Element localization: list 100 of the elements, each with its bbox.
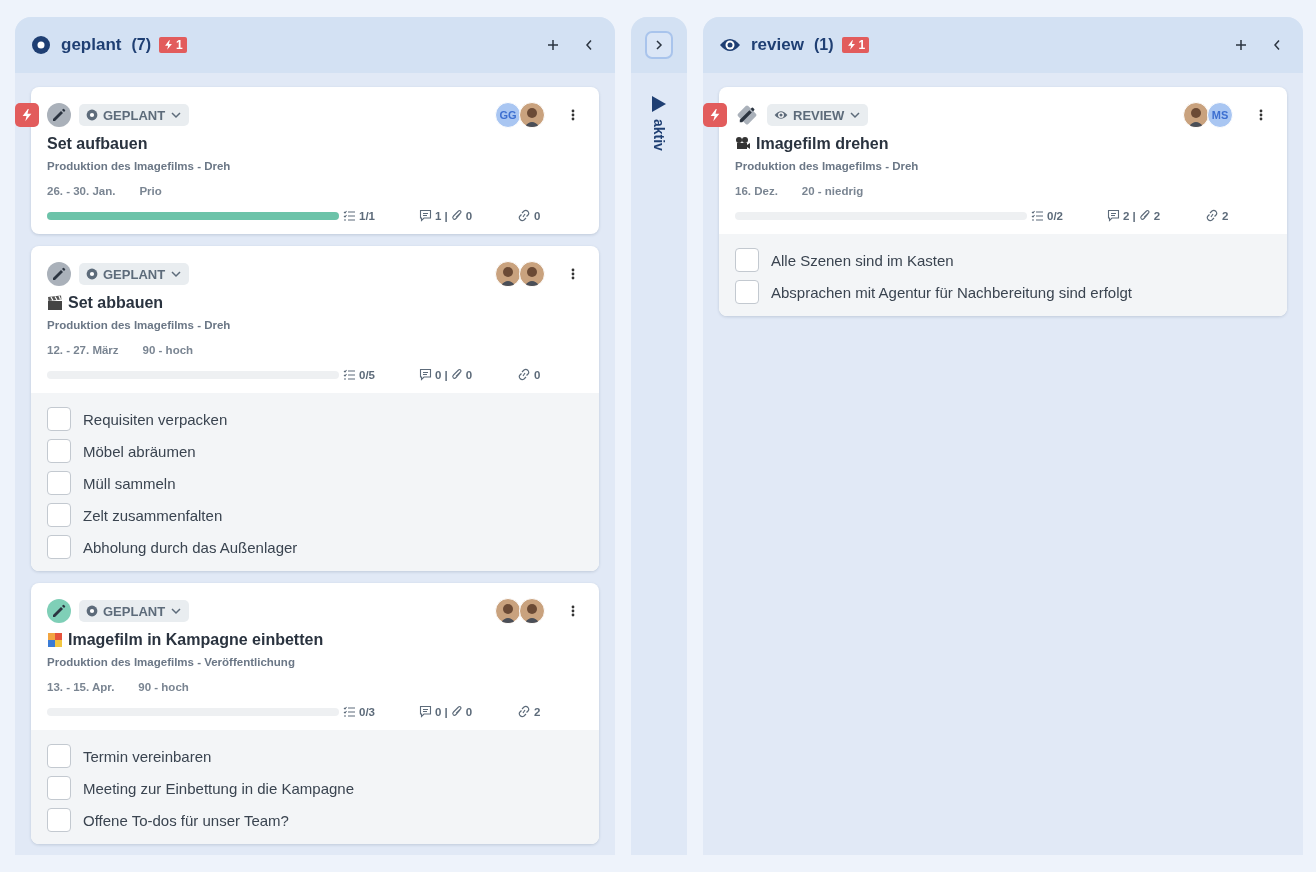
task-title[interactable]: Set aufbauen: [47, 135, 148, 153]
separator: |: [444, 368, 448, 381]
date-range: 26. - 30. Jan.: [47, 185, 116, 197]
comment-count: 1: [435, 209, 442, 222]
pencil-icon: [51, 107, 67, 123]
link-count: 0: [534, 209, 541, 222]
comment-icon: [419, 705, 432, 718]
comment-icon: [1107, 209, 1120, 222]
checklist-count: 1/1: [359, 209, 375, 222]
project-name: Produktion des Imagefilms - Dreh: [735, 160, 919, 172]
checklist-item: Termin vereinbaren: [83, 747, 212, 765]
chevron-right-icon: [654, 39, 664, 51]
task-title[interactable]: Set abbauen: [68, 294, 164, 312]
status-icon: [31, 35, 51, 55]
checkbox[interactable]: [47, 471, 71, 495]
link-count: 0: [534, 368, 541, 381]
comment-icon: [419, 368, 432, 381]
column-count: (1): [813, 36, 834, 54]
priority: 90 - hoch: [138, 681, 189, 693]
separator: |: [444, 209, 448, 222]
checkbox[interactable]: [735, 248, 759, 272]
task-card[interactable]: [31, 583, 599, 844]
paperclip-icon: [450, 209, 463, 222]
checkbox[interactable]: [47, 439, 71, 463]
task-card[interactable]: GEPLANT GG Set aufbauen Produktion des Imagefilms - Dreh 26. - 30. Jan. Prio 1/1 1 | 0 0: [31, 87, 599, 234]
column-title: aktiv: [651, 119, 667, 151]
status-dropdown[interactable]: GEPLANT: [79, 600, 190, 622]
separator: |: [444, 705, 448, 718]
project-name: Produktion des Imagefilms - Dreh: [47, 319, 231, 331]
checkbox[interactable]: [47, 503, 71, 527]
edit-button[interactable]: [47, 103, 71, 127]
plus-icon: [1235, 39, 1247, 51]
paperclip-icon: [450, 368, 463, 381]
link-icon: [517, 209, 531, 222]
separator: |: [1132, 209, 1136, 222]
task-title[interactable]: Imagefilm drehen: [756, 135, 889, 153]
checklist-icon: [343, 705, 356, 718]
checkbox[interactable]: [47, 808, 71, 832]
project-name: Produktion des Imagefilms - Veröffentlichung: [47, 656, 295, 668]
urgent-count-badge: 1: [159, 37, 187, 53]
checklist-count: 0/2: [1047, 209, 1063, 222]
checklist-icon: [343, 209, 356, 222]
avatar[interactable]: [1183, 102, 1209, 128]
edit-button[interactable]: [47, 599, 71, 623]
checklist-item: Meeting zur Einbettung in die Kampagne: [83, 779, 354, 797]
chevron-down-icon: [170, 109, 183, 121]
eye-icon: [774, 109, 788, 121]
avatar[interactable]: [519, 261, 545, 287]
checklist-item: Abholung durch das Außenlager: [83, 538, 298, 556]
avatar[interactable]: [495, 261, 521, 287]
chevron-left-icon: [585, 39, 593, 51]
checklist-item: Absprachen mit Agentur für Nachbereitung sind erfolgt: [771, 283, 1133, 301]
clapper-icon: [47, 295, 63, 311]
column-title: geplant: [61, 35, 122, 55]
task-title[interactable]: Imagefilm in Kampagne einbetten: [68, 631, 324, 649]
priority: 20 - niedrig: [801, 185, 864, 197]
checkbox[interactable]: [47, 535, 71, 559]
task-card[interactable]: REVIEW MS Imagefilm drehen Produktion des Imagefilms - Dreh 16. Dez. 20 - niedrig 0/2 2 | 2 2 Alle Szenen sind im Kasten Absprachen mit Agentur für Nachbereitung sind erfolgt: [719, 87, 1287, 316]
paperclip-icon: [1138, 209, 1151, 222]
status-icon: [86, 268, 98, 280]
attachment-count: 0: [465, 209, 473, 222]
status-dropdown[interactable]: REVIEW: [767, 104, 869, 126]
status-dropdown[interactable]: GEPLANT: [79, 263, 190, 285]
comment-count: 0: [435, 368, 442, 381]
column-count: (7): [131, 36, 151, 54]
chevron-left-icon: [1273, 39, 1281, 51]
link-icon: [1205, 209, 1219, 222]
edit-button[interactable]: [47, 262, 71, 286]
checklist-item: Möbel abräumen: [83, 442, 196, 460]
checklist-icon: [1031, 209, 1044, 222]
checkbox[interactable]: [47, 744, 71, 768]
camera-icon: [735, 136, 751, 152]
avatar[interactable]: [495, 598, 521, 624]
checklist-item: Offene To-dos für unser Team?: [83, 811, 289, 829]
link-icon: [517, 368, 531, 381]
link-icon: [517, 705, 531, 718]
pencil-icon: [51, 603, 67, 619]
date-range: 12. - 27. März: [47, 344, 119, 356]
status-dropdown[interactable]: GEPLANT: [79, 104, 190, 126]
avatar[interactable]: [519, 102, 545, 128]
checkbox[interactable]: [47, 407, 71, 431]
paperclip-icon: [450, 705, 463, 718]
task-card[interactable]: GEPLANT Set abbauen Produktion des Imagefilms - Dreh 12. - 27. März 90 - hoch 0/5 0 | 0 0 Requisiten verpacken Möbel abräumen Müll sammeln Zelt zusammenfalten Abholung durch das Außenlager: [31, 246, 599, 571]
status-icon: [86, 605, 98, 617]
checkbox[interactable]: [47, 776, 71, 800]
puzzle-icon: [47, 632, 63, 648]
play-icon: [651, 95, 667, 113]
priority: Prio: [139, 185, 162, 197]
checkbox[interactable]: [735, 280, 759, 304]
status-icon: [86, 109, 98, 121]
priority: 90 - hoch: [142, 344, 194, 356]
checklist-item: Müll sammeln: [83, 474, 176, 492]
avatar[interactable]: [519, 598, 545, 624]
link-count: 2: [534, 705, 541, 718]
chevron-down-icon: [170, 268, 183, 280]
expand-button[interactable]: [645, 31, 673, 59]
chevron-down-icon: [849, 109, 862, 121]
comment-count: 2: [1123, 209, 1130, 222]
checklist-count: 0/3: [359, 705, 375, 718]
chevron-down-icon: [170, 605, 183, 617]
